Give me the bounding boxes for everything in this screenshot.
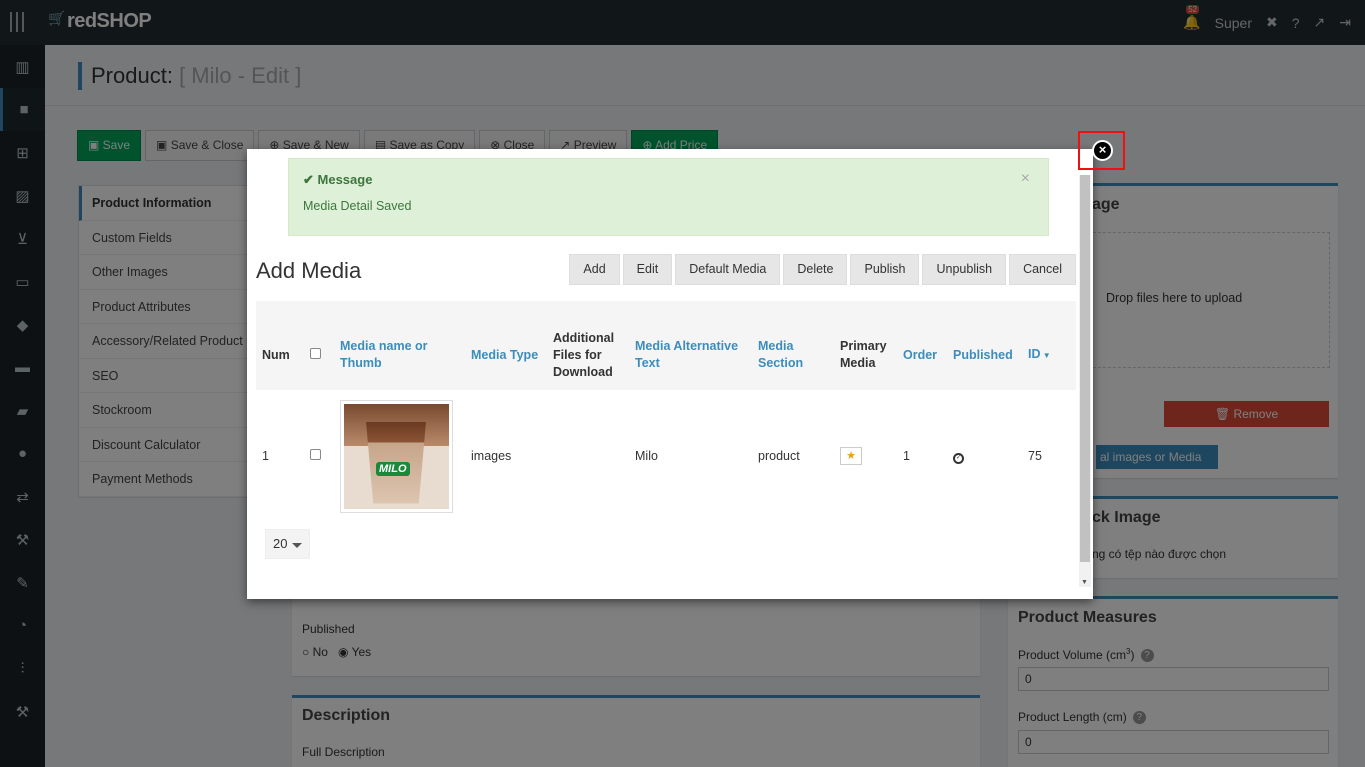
col-media-type[interactable]: Media Type [465, 320, 547, 390]
modal-close-highlight: × [1078, 131, 1125, 170]
published-check-icon[interactable]: ✓ [953, 453, 964, 464]
add-media-modal: ✔ Message Media Detail Saved × Add Media… [247, 149, 1093, 599]
modal-scrollbar[interactable]: ▼ [1079, 175, 1091, 587]
dismiss-message-icon[interactable]: × [1021, 170, 1030, 188]
message-body: Media Detail Saved [303, 199, 412, 213]
primary-star-icon[interactable]: ★ [840, 447, 862, 465]
col-section[interactable]: Media Section [752, 320, 834, 390]
table-row: 1 MILO images Milo product ★ 1 ✓ 75 [256, 390, 1076, 522]
scrollbar-thumb[interactable] [1080, 175, 1090, 562]
edit-button[interactable]: Edit [622, 254, 673, 285]
cancel-button[interactable]: Cancel [1009, 254, 1076, 285]
chevron-down-icon [292, 543, 302, 548]
col-order[interactable]: Order [897, 320, 947, 390]
row-alt: Milo [635, 449, 658, 463]
add-button[interactable]: Add [569, 254, 620, 285]
col-primary: Primary Media [834, 320, 897, 390]
col-select-all [304, 320, 334, 390]
row-section: product [758, 449, 800, 463]
col-num: Num [256, 320, 304, 390]
col-additional-files: Additional Files for Download [547, 320, 629, 390]
message-heading: ✔ Message [303, 172, 373, 187]
col-id[interactable]: ID ▼ [1022, 320, 1076, 390]
media-thumbnail[interactable]: MILO [340, 399, 453, 513]
unpublish-button[interactable]: Unpublish [922, 254, 1007, 285]
media-toolbar: Add Edit Default Media Delete Publish Un… [569, 254, 1076, 285]
select-all-checkbox[interactable] [310, 347, 321, 359]
close-icon[interactable]: × [1092, 140, 1113, 161]
row-additional [547, 390, 629, 522]
row-num: 1 [262, 449, 269, 463]
col-published[interactable]: Published [947, 320, 1022, 390]
success-message: ✔ Message Media Detail Saved × [288, 158, 1049, 236]
col-alt-text[interactable]: Media Alternative Text [629, 320, 752, 390]
row-order: 1 [903, 449, 910, 463]
media-table: Num Media name or Thumb Media Type Addit… [256, 301, 1076, 522]
default-media-button[interactable]: Default Media [675, 254, 781, 285]
row-id: 75 [1028, 449, 1042, 463]
row-type: images [471, 449, 512, 463]
publish-button[interactable]: Publish [850, 254, 920, 285]
scroll-down-arrow[interactable]: ▼ [1081, 579, 1088, 586]
row-checkbox[interactable] [310, 449, 321, 460]
delete-button[interactable]: Delete [783, 254, 848, 285]
modal-title: Add Media [256, 258, 362, 283]
list-limit-select[interactable]: 20 [265, 529, 310, 559]
col-media-name[interactable]: Media name or Thumb [334, 320, 465, 390]
